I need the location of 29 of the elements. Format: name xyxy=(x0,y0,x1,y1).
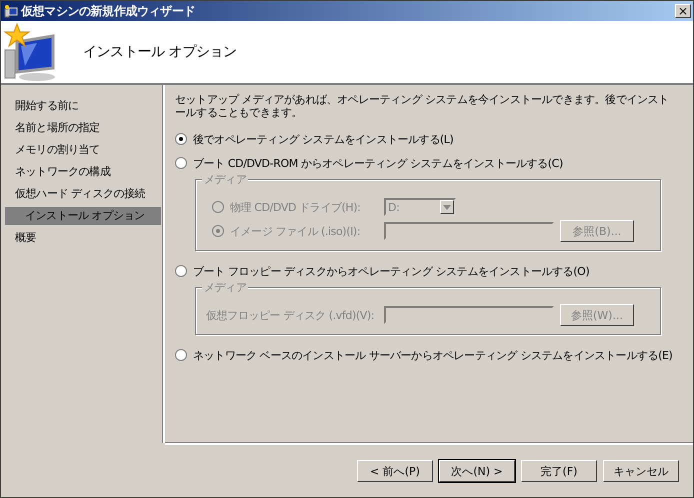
radio-button[interactable] xyxy=(175,157,187,169)
window-title: 仮想マシンの新規作成ウィザード xyxy=(21,2,196,20)
sidebar-item[interactable]: 仮想ハード ディスクの接続 xyxy=(1,183,163,205)
wizard-button[interactable]: キャンセル xyxy=(603,460,679,482)
computer-icon xyxy=(4,4,18,18)
description-text: セットアップ メディアがあれば、オペレーティング システムを今インストールできます。後でインストールすることもできます。 xyxy=(175,93,670,119)
field-label: イメージ ファイル (.iso)(I): xyxy=(230,224,360,238)
option-label[interactable]: ネットワーク ベースのインストール サーバーからオペレーティング システムをインストールする(E) xyxy=(193,348,672,362)
sidebar-item[interactable]: 概要 xyxy=(1,227,163,249)
wizard-button[interactable]: 完了(F) xyxy=(521,460,597,482)
option-label[interactable]: ブート CD/DVD-ROM からオペレーティング システムをインストールする(C) xyxy=(193,156,563,170)
wizard-button[interactable]: 次へ(N) > xyxy=(439,460,515,482)
sidebar-item[interactable]: 開始する前に xyxy=(1,95,163,117)
sidebar-item[interactable]: メモリの割り当て xyxy=(1,139,163,161)
wizard-button[interactable]: < 前へ(P) xyxy=(357,460,433,482)
close-button[interactable]: × xyxy=(675,4,691,18)
sidebar-item[interactable]: インストール オプション xyxy=(5,207,161,225)
page-title: インストール オプション xyxy=(83,43,237,61)
radio-button[interactable] xyxy=(175,133,187,145)
option-label[interactable]: 後でオペレーティング システムをインストールする(L) xyxy=(193,132,454,146)
sidebar-item[interactable]: ネットワークの構成 xyxy=(1,161,163,183)
option-label[interactable]: ブート フロッピー ディスクからオペレーティング システムをインストールする(O) xyxy=(193,264,590,278)
radio-button[interactable] xyxy=(175,349,187,361)
sidebar-item[interactable]: 名前と場所の指定 xyxy=(1,117,163,139)
radio-button[interactable] xyxy=(175,265,187,277)
group-legend: メディア xyxy=(202,172,248,187)
field-label: 物理 CD/DVD ドライブ(H): xyxy=(230,200,360,214)
group-legend: メディア xyxy=(202,280,248,295)
field-label: 仮想フロッピー ディスク (.vfd)(V): xyxy=(206,308,374,322)
